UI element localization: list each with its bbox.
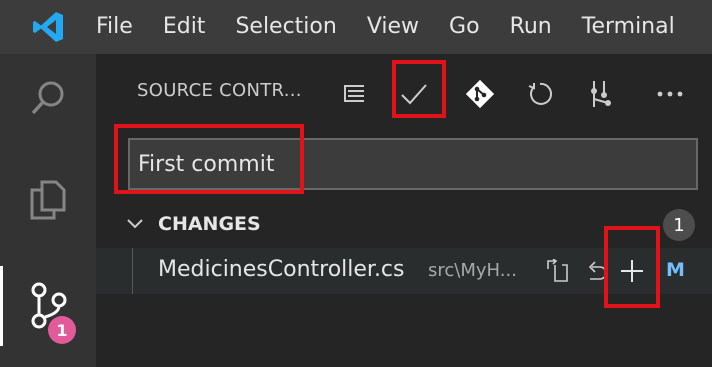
changes-label: CHANGES	[158, 213, 261, 235]
indent-guide	[132, 248, 133, 294]
chevron-down-icon	[127, 219, 143, 229]
menu-file[interactable]: File	[96, 0, 148, 54]
menu-terminal[interactable]: Terminal	[567, 0, 690, 54]
activity-explorer[interactable]	[0, 160, 96, 240]
scm-badge: 1	[48, 316, 76, 344]
menu-go[interactable]: Go	[434, 0, 495, 54]
more-actions-button[interactable]	[644, 68, 696, 120]
menu-run[interactable]: Run	[495, 0, 567, 54]
panel-title: SOURCE CONTR...	[137, 80, 302, 101]
highlight-commit-message	[114, 124, 304, 194]
menu-bar: File Edit Selection View Go Run Terminal	[0, 0, 712, 54]
modified-status-badge: M	[666, 259, 685, 281]
source-control-panel: SOURCE CONTR... First commit CHANGES 1 M…	[96, 54, 712, 367]
menu-view[interactable]: View	[352, 0, 434, 54]
file-name: MedicinesController.cs	[158, 257, 405, 282]
activity-bar: 1	[0, 54, 96, 367]
branch-graph-button[interactable]	[574, 68, 626, 120]
refresh-icon	[528, 82, 552, 105]
view-as-tree-icon	[344, 85, 364, 102]
menu-edit[interactable]: Edit	[148, 0, 221, 54]
activity-search[interactable]	[0, 58, 96, 138]
file-path: src\MyH...	[428, 260, 517, 281]
refresh-button[interactable]	[514, 68, 566, 120]
git-icon	[465, 79, 495, 109]
highlight-commit-button	[392, 60, 446, 118]
menu-selection[interactable]: Selection	[220, 0, 351, 54]
explorer-icon	[30, 180, 66, 220]
open-file-button[interactable]	[540, 254, 574, 288]
highlight-stage-button	[604, 226, 660, 308]
branch-graph-icon	[591, 81, 611, 107]
vscode-logo-icon	[0, 0, 96, 54]
open-file-icon	[547, 259, 568, 282]
changes-count-badge: 1	[663, 209, 695, 241]
git-actions-button[interactable]	[454, 68, 506, 120]
more-actions-icon	[657, 91, 683, 97]
view-as-tree-button[interactable]	[328, 68, 380, 120]
search-icon	[31, 81, 64, 115]
